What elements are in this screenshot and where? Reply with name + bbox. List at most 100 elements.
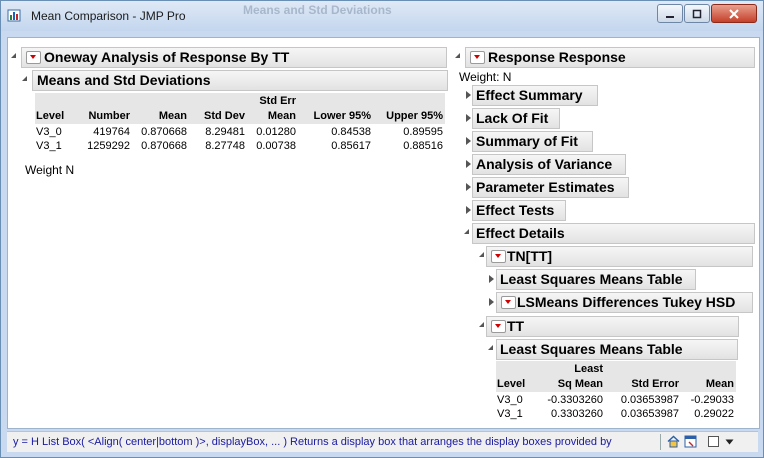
status-text-clip: y = H List Box( <Align( center|bottom )>…	[7, 432, 657, 452]
effect-details-title: Effect Details	[476, 225, 565, 241]
table-cell: 8.27748	[205, 140, 245, 152]
red-triangle-menu-icon[interactable]	[491, 320, 506, 333]
outline-expand-icon[interactable]	[466, 183, 471, 191]
maximize-button[interactable]	[684, 4, 710, 23]
oneway-header[interactable]: Oneway Analysis of Response By TT	[21, 47, 447, 68]
col-number: Number	[88, 110, 130, 122]
tn-ls-means-header[interactable]: Least Squares Means Table	[496, 269, 696, 290]
red-triangle-menu-icon[interactable]	[26, 51, 41, 64]
col-least-sq-top: Least	[574, 363, 603, 375]
outline-expand-icon[interactable]	[466, 91, 471, 99]
outline-toggle-icon[interactable]	[464, 229, 469, 234]
red-triangle-menu-icon[interactable]	[501, 296, 516, 309]
red-triangle-menu-icon[interactable]	[491, 250, 506, 263]
lsmeans-tukey-header[interactable]: LSMeans Differences Tukey HSD	[496, 292, 753, 313]
outline-expand-icon[interactable]	[466, 137, 471, 145]
parameter-estimates-header[interactable]: Parameter Estimates	[472, 177, 629, 198]
table-cell: 0.01280	[256, 126, 296, 138]
report-title: Parameter Estimates	[476, 179, 615, 195]
tt-title: TT	[507, 318, 525, 334]
app-window: Mean Comparison - JMP Pro Means and Std …	[0, 0, 764, 458]
status-divider	[660, 434, 661, 450]
col-mean: Mean	[158, 110, 187, 122]
tn-tt-header[interactable]: TN[TT]	[486, 246, 753, 267]
report-title: Effect Summary	[476, 87, 583, 103]
table-cell: V3_0	[497, 394, 523, 406]
checkbox-icon[interactable]	[707, 435, 720, 448]
status-text: y = H List Box( <Align( center|bottom )>…	[13, 436, 612, 448]
analysis-of-variance-header[interactable]: Analysis of Variance	[472, 154, 626, 175]
effect-tests-header[interactable]: Effect Tests	[472, 200, 566, 221]
background-window-title: Means and Std Deviations	[243, 3, 392, 17]
jmp-app-icon	[7, 9, 21, 22]
col-std-error: Std Error	[631, 378, 679, 390]
report-title: Lack Of Fit	[476, 110, 549, 126]
table-cell: 0.03653987	[620, 394, 679, 406]
response-weight-label: Weight: N	[459, 70, 512, 84]
table-cell: 419764	[93, 126, 130, 138]
table-header-bg	[496, 361, 736, 392]
outline-toggle-icon[interactable]	[455, 53, 460, 58]
close-button[interactable]	[711, 4, 757, 23]
col-std-err-top: Std Err	[259, 95, 296, 107]
report-area: Oneway Analysis of Response By TT Means …	[7, 37, 760, 429]
means-std-table: Level Number Mean Std Dev Std Err Mean L…	[32, 93, 446, 157]
table-cell: 0.870668	[141, 126, 187, 138]
table-cell: 0.85617	[331, 140, 371, 152]
outline-expand-icon[interactable]	[489, 298, 494, 306]
table-cell: V3_1	[36, 140, 62, 152]
table-cell: -0.29033	[690, 394, 734, 406]
table-cell: V3_0	[36, 126, 62, 138]
tn-tt-title: TN[TT]	[507, 248, 553, 264]
home-icon[interactable]	[667, 435, 680, 448]
report-title: Effect Tests	[476, 202, 555, 218]
table-cell: 0.3303260	[551, 408, 603, 420]
maximize-icon	[692, 9, 702, 18]
outline-toggle-icon[interactable]	[479, 322, 484, 327]
close-icon	[729, 8, 739, 19]
tt-ls-means-header[interactable]: Least Squares Means Table	[496, 339, 738, 360]
effect-summary-header[interactable]: Effect Summary	[472, 85, 598, 106]
col-least-sq-bottom: Sq Mean	[557, 378, 603, 390]
report-title: Least Squares Means Table	[500, 341, 683, 357]
chevron-down-icon[interactable]	[723, 435, 736, 448]
col-std-dev: Std Dev	[204, 110, 245, 122]
outline-toggle-icon[interactable]	[479, 252, 484, 257]
col-std-err-bottom: Mean	[267, 110, 296, 122]
title-bar[interactable]: Mean Comparison - JMP Pro Means and Std …	[1, 1, 763, 31]
means-std-header[interactable]: Means and Std Deviations	[32, 70, 448, 91]
effect-details-header[interactable]: Effect Details	[472, 223, 755, 244]
table-cell: 0.89595	[403, 126, 443, 138]
table-cell: 1259292	[87, 140, 130, 152]
weight-label: Weight N	[25, 163, 75, 177]
table-cell: V3_1	[497, 408, 523, 420]
col-lower-95: Lower 95%	[313, 110, 371, 122]
table-cell: 0.870668	[141, 140, 187, 152]
response-header[interactable]: Response Response	[465, 47, 755, 68]
outline-toggle-icon[interactable]	[22, 76, 27, 81]
lack-of-fit-header[interactable]: Lack Of Fit	[472, 108, 560, 129]
outline-expand-icon[interactable]	[466, 206, 471, 214]
report-title: Summary of Fit	[476, 133, 578, 149]
minimize-button[interactable]	[657, 4, 683, 23]
outline-expand-icon[interactable]	[466, 160, 471, 168]
outline-toggle-icon[interactable]	[488, 345, 493, 350]
table-cell: 0.29022	[694, 408, 734, 420]
outline-toggle-icon[interactable]	[11, 53, 16, 58]
report-title: Least Squares Means Table	[500, 271, 683, 287]
col-upper-95: Upper 95%	[386, 110, 443, 122]
report-title: Analysis of Variance	[476, 156, 613, 172]
red-triangle-menu-icon[interactable]	[470, 51, 485, 64]
window-list-icon[interactable]	[684, 435, 697, 448]
tt-header[interactable]: TT	[486, 316, 739, 337]
table-cell: 0.88516	[403, 140, 443, 152]
outline-expand-icon[interactable]	[466, 114, 471, 122]
means-std-title: Means and Std Deviations	[37, 72, 211, 88]
table-cell: 8.29481	[205, 126, 245, 138]
minimize-icon	[666, 15, 674, 18]
response-title: Response Response	[488, 49, 626, 65]
table-cell: 0.00738	[256, 140, 296, 152]
report-title: LSMeans Differences Tukey HSD	[517, 294, 736, 310]
outline-expand-icon[interactable]	[489, 275, 494, 283]
summary-of-fit-header[interactable]: Summary of Fit	[472, 131, 593, 152]
